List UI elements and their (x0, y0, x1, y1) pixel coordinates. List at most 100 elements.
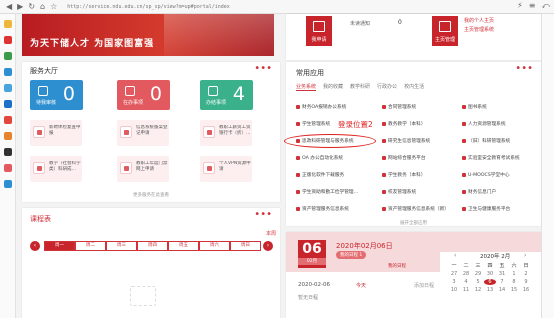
calendar-day[interactable]: 13 (484, 287, 496, 293)
app-item[interactable]: 学生资助和勤工俭学管理… (296, 189, 358, 195)
calendar-day[interactable]: 15 (508, 287, 520, 293)
calendar-day[interactable]: 8 (508, 279, 520, 285)
calendar-day[interactable]: 2 (520, 271, 532, 277)
service-item[interactable]: 教职工年度门禁网上申请 (117, 156, 169, 182)
calendar-day[interactable]: 27 (448, 271, 460, 277)
next-month-icon[interactable]: › (524, 252, 526, 259)
address-bar[interactable]: http://service.ndu.edu.cn/sp_sp/view?m=u… (67, 4, 230, 10)
app-item[interactable]: 学生管理系统 (296, 121, 330, 127)
menu-icon[interactable]: ≡ (529, 1, 536, 11)
app-item[interactable]: 资产管理服务信息系统 (296, 206, 349, 212)
day-tab[interactable]: 周三 (106, 241, 137, 251)
app-item[interactable]: 卫生与健康服务平台 (462, 206, 510, 212)
app-item[interactable]: （旧）科研管理系统 (462, 138, 510, 144)
apps-more-button[interactable]: ••• (515, 63, 533, 74)
app-item[interactable]: 财务信息门户 (462, 189, 496, 195)
app-item[interactable]: 人力资源管理系统 (462, 121, 506, 127)
reload-icon[interactable]: ↻ (28, 2, 35, 11)
home-icon[interactable]: ⌂ (40, 2, 45, 11)
prev-week-button[interactable]: ‹ (30, 241, 40, 251)
app-item[interactable]: 合同管理系统 (382, 104, 416, 110)
day-tab[interactable]: 周六 (199, 241, 230, 251)
day-tab[interactable]: 周四 (137, 241, 168, 251)
tab-business[interactable]: 业务系统 (296, 83, 317, 91)
calendar-day[interactable]: 29 (472, 271, 484, 277)
day-tab[interactable]: 周一 (44, 241, 75, 251)
app-item[interactable]: 实验室安全教育考试系统 (462, 155, 520, 161)
forward-icon[interactable]: ▶ (17, 2, 23, 11)
weibo-icon[interactable] (4, 36, 12, 44)
add-event-link[interactable]: 添加日程 (414, 282, 434, 289)
app-item[interactable]: U-MOOCS学堂中心 (462, 172, 510, 178)
calendar-day[interactable]: 14 (496, 287, 508, 293)
calendar-day[interactable]: 10 (448, 287, 460, 293)
favorites-icon[interactable] (4, 20, 12, 28)
next-week-button[interactable]: › (263, 241, 273, 251)
this-week-link[interactable]: 本周 (266, 230, 276, 237)
calendar-day[interactable]: 30 (484, 271, 496, 277)
chat-icon[interactable] (4, 84, 12, 92)
bookmark-icon[interactable]: ☆ (50, 2, 57, 11)
day-tab[interactable]: 周五 (168, 241, 199, 251)
in-progress-tile[interactable]: 0 在办事项 (117, 80, 170, 110)
app-item[interactable]: 资产管理服务信息系统（新） (382, 206, 449, 212)
course-more-button[interactable]: ••• (254, 209, 272, 220)
app-icon[interactable] (4, 52, 12, 60)
tab-admin[interactable]: 行政办公 (377, 83, 397, 91)
app-item[interactable]: 校友管理系统 (382, 189, 416, 195)
service-item[interactable]: 个人VPN资源申请 (200, 156, 252, 182)
service-item[interactable]: 教职工薪资工资银行卡（折）… (200, 120, 252, 146)
app-item[interactable]: 学生教务（本科） (382, 172, 426, 178)
extension-icon[interactable]: ⚡ (517, 1, 523, 11)
app-item[interactable]: 正版化软件下载服务 (296, 172, 344, 178)
service-item[interactable]: 教学（社会科学类）科研成… (30, 156, 82, 182)
calendar-day[interactable]: 28 (460, 271, 472, 277)
prev-month-icon[interactable]: ‹ (454, 252, 456, 259)
service-more-link[interactable]: 更多服务在此查看 (22, 192, 280, 198)
calendar-day[interactable]: 4 (460, 279, 472, 285)
calendar-day[interactable]: 1 (508, 271, 520, 277)
game-icon[interactable] (4, 132, 12, 140)
my-homepage-link[interactable]: 我的个人主页 (464, 17, 494, 24)
shop-icon[interactable] (4, 164, 12, 172)
video-icon[interactable] (4, 116, 12, 124)
completed-tile[interactable]: 4 办结事项 (200, 80, 253, 110)
in-progress-count: 0 (149, 83, 162, 105)
app-item[interactable]: 图书系统 (462, 104, 487, 110)
pending-review-tile[interactable]: 0 待我审核 (30, 80, 83, 110)
app-item[interactable]: OA 办公自动化系统 (296, 155, 343, 161)
calendar-day[interactable]: 5 (472, 279, 484, 285)
app-item[interactable]: 财务OA报销办公系统 (296, 104, 346, 110)
service-more-button[interactable]: ••• (254, 63, 272, 74)
pdf-icon[interactable] (4, 180, 12, 188)
calendar-day[interactable]: 16 (520, 287, 532, 293)
calendar-day[interactable]: 31 (496, 271, 508, 277)
mail-icon[interactable] (4, 68, 12, 76)
tab-campus[interactable]: 校内生活 (404, 83, 424, 91)
back-icon[interactable]: ◀ (6, 2, 12, 11)
day-tab[interactable]: 周二 (75, 241, 106, 251)
tab-favorites[interactable]: 我的收藏 (323, 83, 343, 91)
apps-expand-link[interactable]: 展开全部应用 (286, 220, 541, 226)
today-link[interactable]: 今天 (356, 282, 366, 289)
calendar-day[interactable]: 3 (448, 279, 460, 285)
calendar-day[interactable]: 9 (520, 279, 532, 285)
calendar-day[interactable]: 6 (484, 279, 496, 285)
note-icon[interactable] (4, 148, 12, 156)
day-tab[interactable]: 周日 (230, 241, 261, 251)
calendar-day[interactable]: 7 (496, 279, 508, 285)
app-item[interactable]: 网站综合服务平台 (382, 155, 426, 161)
app-item[interactable]: 研究生信息管理系统 (382, 138, 430, 144)
homepage-system-link[interactable]: 主页管理系统 (464, 26, 494, 33)
calendar-day[interactable]: 12 (472, 287, 484, 293)
event-badge[interactable]: 我的日程 1 (336, 251, 367, 259)
app-item[interactable]: 教务教学（本科） (382, 121, 426, 127)
undo-icon[interactable]: ⤺ (541, 1, 550, 11)
download-icon[interactable] (4, 100, 12, 108)
homepage-tile[interactable]: 主页管理 (432, 16, 458, 46)
apply-tile[interactable]: 我申请 (306, 16, 332, 46)
tab-teaching[interactable]: 教学科研 (350, 83, 370, 91)
calendar-day[interactable]: 11 (460, 287, 472, 293)
service-item[interactable]: 新聘体检复查申报 (30, 120, 82, 146)
service-item[interactable]: 信息系统备案登记申请 (117, 120, 169, 146)
